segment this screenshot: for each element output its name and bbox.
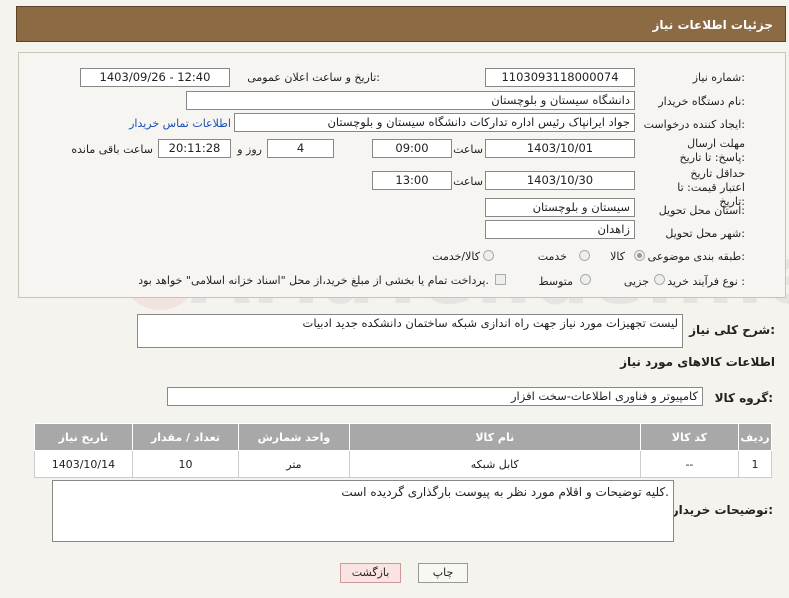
items-table: تاریخ نیاز تعداد / مقدار واحد شمارش نام …: [34, 423, 772, 478]
days-field: 4: [267, 139, 334, 158]
deadline-time-label: ساعت: [453, 143, 483, 156]
validity-date-field: 1403/10/30: [485, 171, 635, 190]
summary-field: لیست تجهیزات مورد نیاز جهت راه اندازی شب…: [137, 314, 683, 348]
payment-note: پرداخت تمام یا بخشی از مبلغ خرید،از محل …: [138, 274, 489, 287]
remaining-label: ساعت باقی مانده: [71, 143, 153, 156]
buyer-org-label: نام دستگاه خریدار:: [658, 95, 745, 108]
validity-time-label: ساعت: [453, 175, 483, 188]
buyer-notes-field: کلیه توضیحات و اقلام مورد نظر به پیوست ب…: [52, 480, 674, 542]
process-radio-minor[interactable]: [654, 274, 665, 285]
category-option-service: خدمت: [537, 250, 567, 263]
need-number-label: شماره نیاز:: [692, 71, 745, 84]
col-quantity: تعداد / مقدار: [131, 423, 240, 451]
cell-quantity: 10: [131, 450, 240, 478]
category-option-goods: کالا: [610, 250, 625, 263]
cell-need-date: 1403/10/14: [34, 450, 133, 478]
province-field: سیستان و بلوچستان: [485, 198, 635, 217]
province-label: استان محل تحویل:: [658, 204, 745, 217]
goods-group-field: کامپیوتر و فناوری اطلاعات-سخت افزار: [167, 387, 703, 406]
items-table-header: تاریخ نیاز تعداد / مقدار واحد شمارش نام …: [34, 423, 772, 451]
col-unit: واحد شمارش: [238, 423, 350, 451]
remaining-time-field: 20:11:28: [158, 139, 231, 158]
category-option-both: کالا/خدمت: [432, 250, 480, 263]
table-row: 1403/10/14 10 متر کابل شبکه -- 1: [34, 450, 772, 478]
goods-group-label: گروه کالا:: [714, 391, 773, 405]
cell-item-name: کابل شبکه: [348, 450, 641, 478]
buyer-notes-label: توضیحات خریدار:: [671, 503, 773, 517]
print-button[interactable]: چاپ: [418, 563, 468, 583]
category-radio-service[interactable]: [579, 250, 590, 261]
col-row-number: ردیف: [738, 423, 772, 451]
announce-field: 1403/09/26 - 12:40: [80, 68, 230, 87]
cell-item-code: --: [639, 450, 740, 478]
process-radio-medium[interactable]: [580, 274, 591, 285]
back-button[interactable]: بازگشت: [340, 563, 401, 583]
summary-label: شرح کلی نیاز:: [689, 323, 775, 337]
days-and-label: روز و: [237, 143, 262, 156]
category-label: طبقه بندی موضوعی:: [647, 250, 745, 263]
process-option-medium: متوسط: [538, 275, 573, 288]
deadline-date-field: 1403/10/01: [485, 139, 635, 158]
buyer-org-field: دانشگاه سیستان و بلوچستان: [186, 91, 635, 110]
col-need-date: تاریخ نیاز: [34, 423, 133, 451]
cell-row-number: 1: [738, 450, 772, 478]
contact-info-link[interactable]: اطلاعات تماس خریدار: [129, 117, 231, 130]
announce-label: تاریخ و ساعت اعلان عمومی:: [247, 71, 380, 84]
validity-label: حداقل تاریخ اعتبار قیمت: تا تاریخ:: [677, 167, 745, 208]
city-field: زاهدان: [485, 220, 635, 239]
deadline-time-field: 09:00: [372, 139, 452, 158]
city-label: شهر محل تحویل:: [665, 227, 745, 240]
goods-section-title: اطلاعات کالاهای مورد نیاز: [620, 355, 775, 369]
creator-label: ایجاد کننده درخواست:: [643, 118, 745, 131]
creator-field: جواد ایرانپاک رئیس اداره تدارکات دانشگاه…: [234, 113, 635, 132]
need-number-field: 1103093118000074: [485, 68, 635, 87]
validity-time-field: 13:00: [372, 171, 452, 190]
col-item-name: نام کالا: [348, 423, 641, 451]
process-label: نوع فرآیند خرید :: [667, 275, 745, 288]
page-title: جزئیات اطلاعات نیاز: [652, 18, 773, 32]
cell-unit: متر: [238, 450, 350, 478]
category-radio-both[interactable]: [483, 250, 494, 261]
page-header: جزئیات اطلاعات نیاز: [16, 6, 786, 42]
deadline-label: مهلت ارسال پاسخ: تا تاریخ:: [679, 137, 745, 164]
process-option-minor: جزیی: [623, 275, 649, 288]
payment-checkbox[interactable]: [495, 274, 506, 285]
category-radio-goods[interactable]: [634, 250, 645, 261]
col-item-code: کد کالا: [639, 423, 740, 451]
